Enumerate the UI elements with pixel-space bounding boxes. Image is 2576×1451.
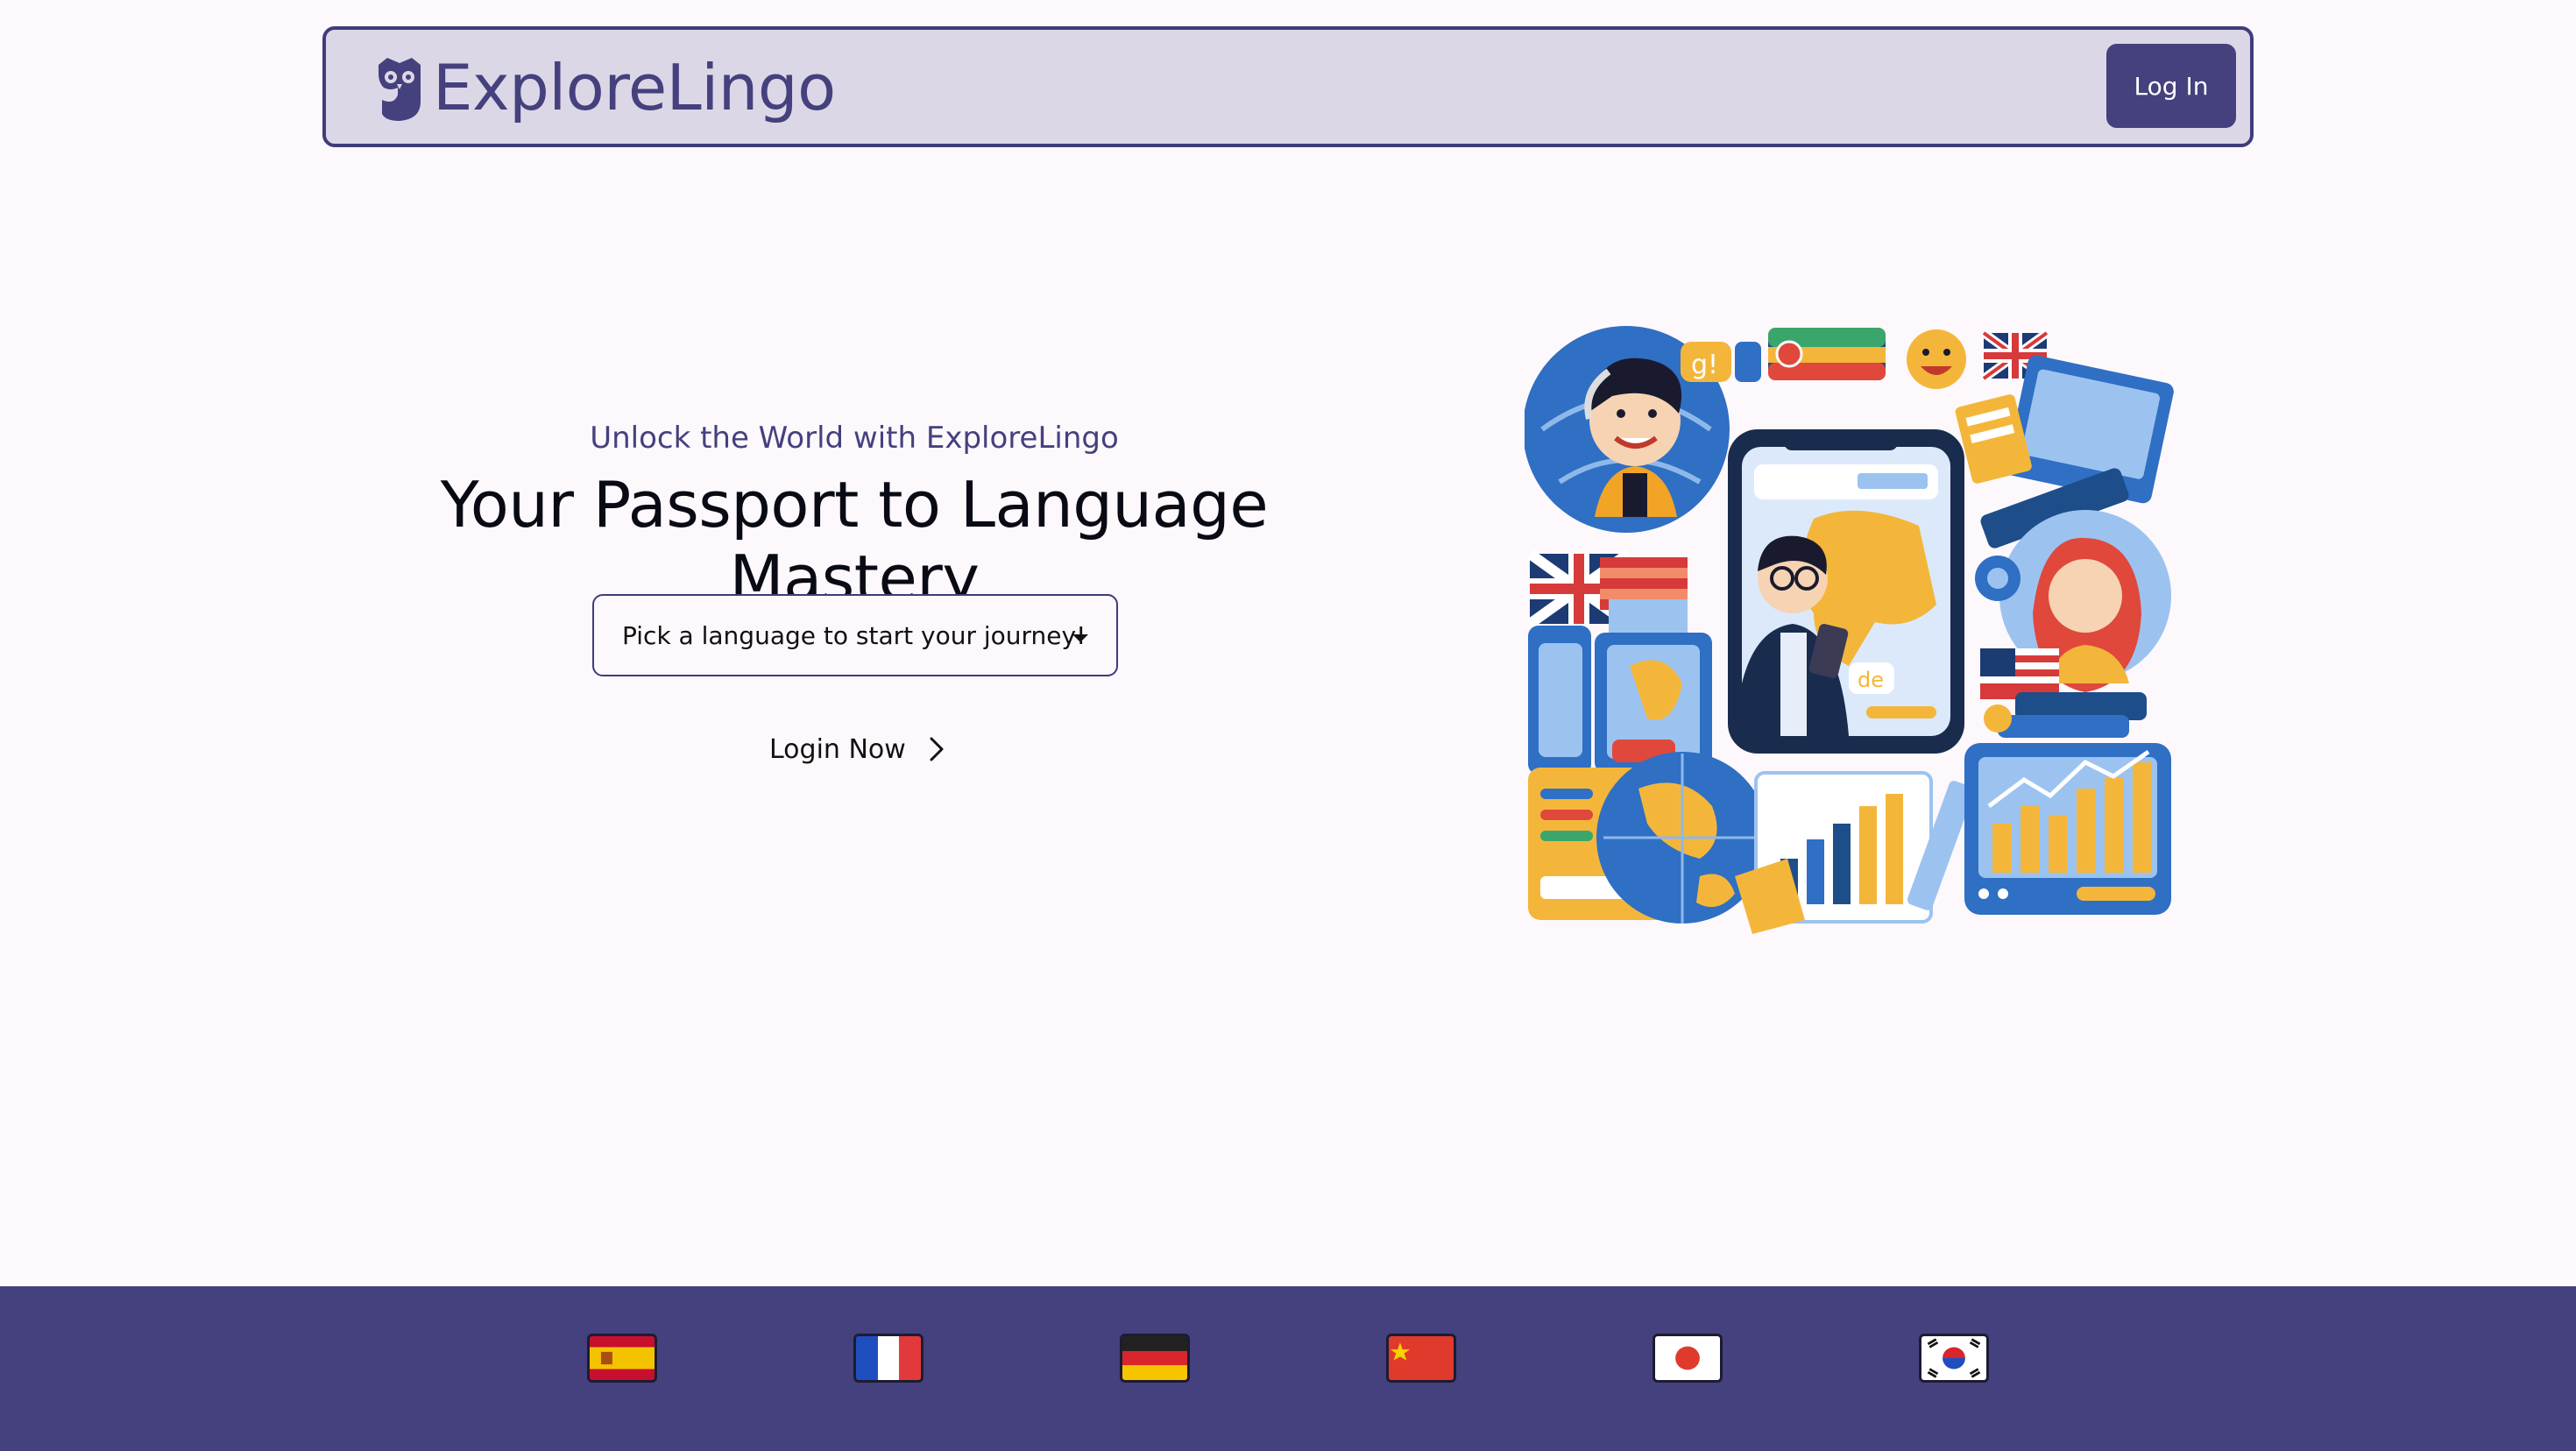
owl-icon <box>379 58 421 121</box>
spain-flag-icon[interactable] <box>587 1334 657 1383</box>
france-flag-icon[interactable] <box>853 1334 924 1383</box>
brand-logo[interactable]: ExploreLingo <box>375 49 836 126</box>
language-select-value: Pick a language to start your journey! <box>622 620 1086 650</box>
log-in-button[interactable]: Log In <box>2106 44 2236 128</box>
chevron-right-icon <box>930 737 944 761</box>
south-korea-flag-icon[interactable] <box>1919 1334 1989 1383</box>
hero-headline: Your Passport to Language Mastery <box>440 468 1269 615</box>
language-select[interactable]: Pick a language to start your journey! <box>592 594 1118 676</box>
brand-name: ExploreLingo <box>433 51 836 124</box>
language-flags-footer <box>0 1286 2576 1451</box>
hero-section: Unlock the World with ExploreLingo Your … <box>315 421 1393 615</box>
login-now-link[interactable]: Login Now <box>769 727 946 771</box>
bubble-text-2: de <box>1858 668 1884 692</box>
china-flag-icon[interactable] <box>1386 1334 1456 1383</box>
hero-tagline: Unlock the World with ExploreLingo <box>590 421 1119 456</box>
japan-flag-icon[interactable] <box>1652 1334 1723 1383</box>
login-now-label: Login Now <box>769 733 906 765</box>
bubble-text-1: g! <box>1691 350 1718 380</box>
germany-flag-icon[interactable] <box>1120 1334 1190 1383</box>
language-learning-illustration: g! de <box>1525 326 2174 934</box>
top-nav-bar: ExploreLingo Log In <box>322 26 2254 147</box>
dropdown-caret-icon <box>1072 634 1088 642</box>
